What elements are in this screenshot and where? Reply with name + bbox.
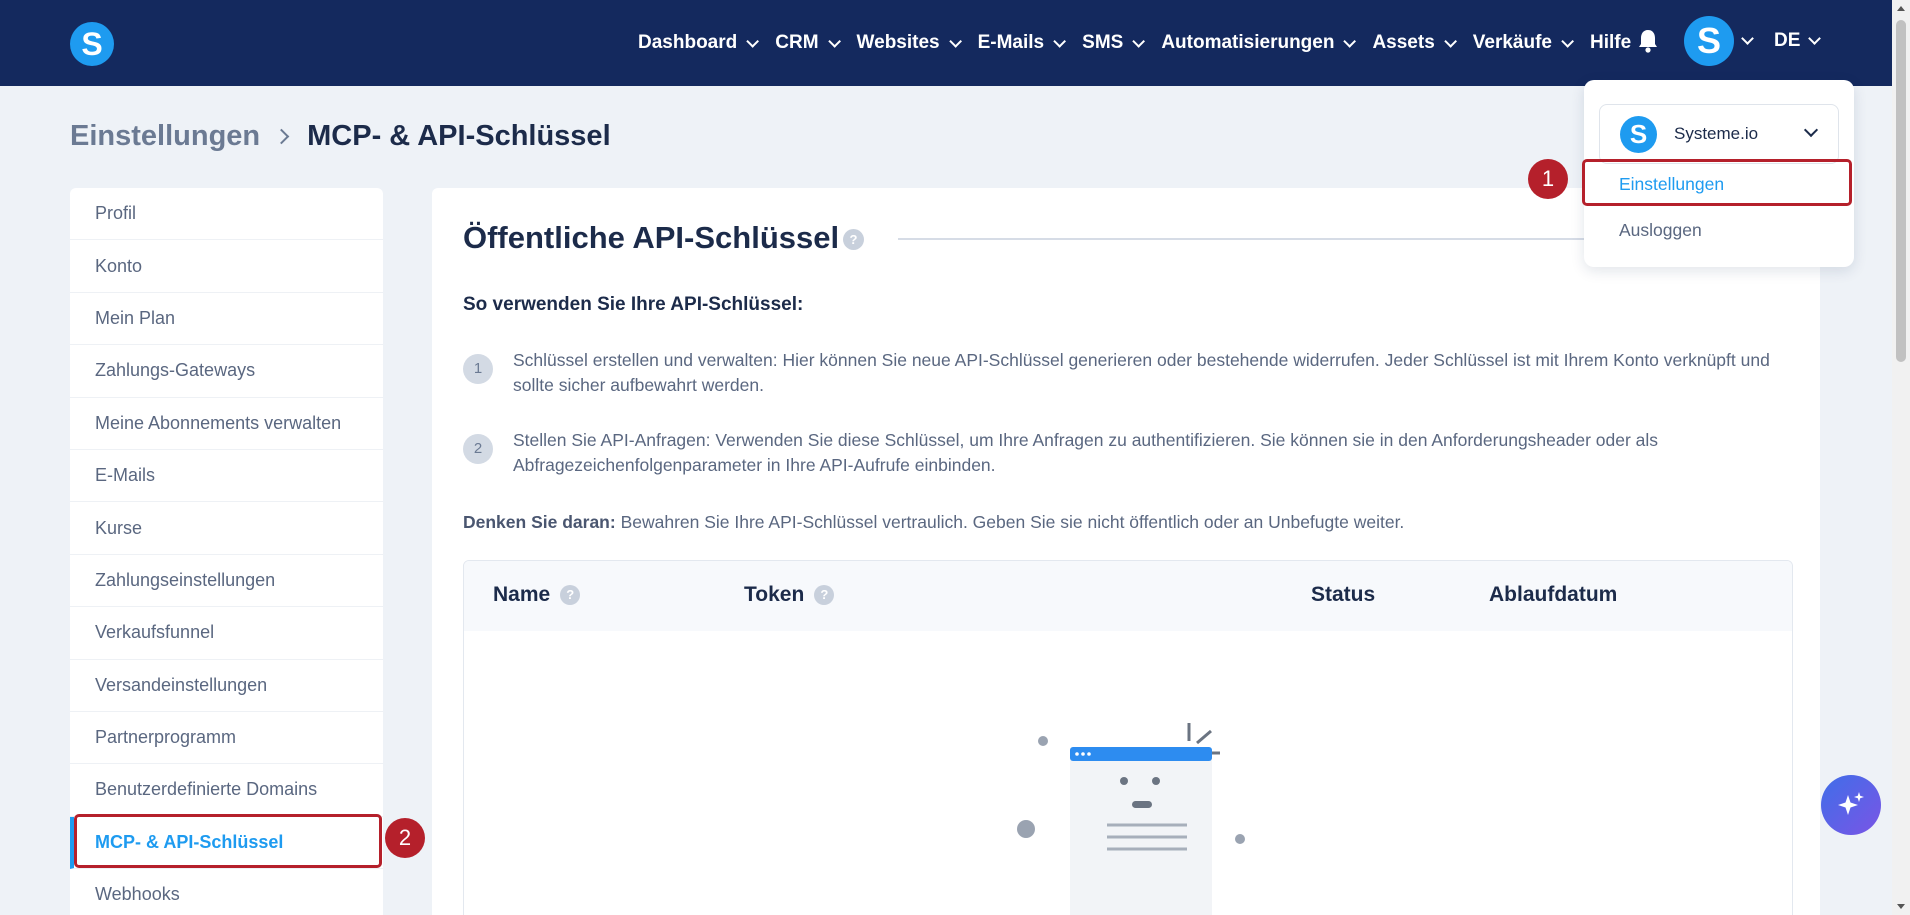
- page-title: MCP- & API-Schlüssel: [307, 120, 611, 152]
- bell-icon[interactable]: [1636, 28, 1660, 54]
- step-badge-1: 1: [1528, 159, 1568, 199]
- reminder-bold: Denken Sie daran:: [463, 512, 616, 532]
- api-keys-table: Name? Token? Status Ablaufdatum: [463, 560, 1793, 915]
- chevron-down-icon: [1561, 34, 1575, 48]
- nav-sms[interactable]: SMS: [1082, 32, 1146, 54]
- step-text: Schlüssel erstellen und verwalten: Hier …: [513, 350, 1770, 395]
- step-text: Stellen Sie API-Anfragen: Verwenden Sie …: [513, 430, 1659, 475]
- scroll-down-arrow-icon[interactable]: [1897, 904, 1905, 909]
- highlight-box-2: [74, 814, 382, 868]
- section-title: Öffentliche API-Schlüssel: [463, 220, 840, 255]
- nav-hilfe-label: Hilfe: [1590, 32, 1632, 53]
- table-header: Name? Token? Status Ablaufdatum: [464, 561, 1792, 631]
- nav-crm-label: CRM: [775, 32, 819, 53]
- breadcrumb: Einstellungen MCP- & API-Schlüssel: [70, 120, 611, 153]
- sidebar-item-emails[interactable]: E-Mails: [70, 450, 383, 503]
- chevron-down-icon[interactable]: [1741, 32, 1754, 45]
- sidebar-item-verkaufsfunnel[interactable]: Verkaufsfunnel: [70, 607, 383, 660]
- nav-hilfe[interactable]: Hilfe: [1590, 32, 1631, 54]
- sidebar-item-domains[interactable]: Benutzerdefinierte Domains: [70, 764, 383, 817]
- nav-emails-label: E-Mails: [977, 32, 1045, 53]
- chevron-down-icon: [948, 34, 962, 48]
- page-scrollbar[interactable]: [1892, 0, 1910, 915]
- sidebar-item-profil[interactable]: Profil: [70, 188, 383, 241]
- sidebar-item-webhooks[interactable]: Webhooks: [70, 869, 383, 915]
- account-name: Systeme.io: [1674, 124, 1759, 143]
- column-name-label: Name: [493, 583, 551, 606]
- column-name: Name?: [493, 583, 581, 607]
- howto-heading: So verwenden Sie Ihre API-Schlüssel:: [463, 294, 804, 315]
- step-1: 1 Schlüssel erstellen und verwalten: Hie…: [463, 348, 1793, 398]
- nav-websites-label: Websites: [856, 32, 940, 53]
- step-badge-2: 2: [385, 818, 425, 858]
- chevron-down-icon[interactable]: [1808, 32, 1821, 45]
- settings-sidebar: Profil Konto Mein Plan Zahlungs-Gateways…: [70, 188, 383, 915]
- account-logo: S: [1620, 115, 1657, 153]
- nav-emails[interactable]: E-Mails: [977, 32, 1067, 54]
- step-number: 1: [463, 354, 493, 384]
- step-2: 2 Stellen Sie API-Anfragen: Verwenden Si…: [463, 428, 1793, 478]
- chevron-down-icon: [1803, 122, 1819, 138]
- chevron-down-icon: [827, 34, 841, 48]
- column-expiry-label: Ablaufdatum: [1489, 583, 1618, 606]
- ai-assistant-button[interactable]: [1821, 775, 1881, 835]
- sidebar-item-mein-plan[interactable]: Mein Plan: [70, 293, 383, 346]
- nav-automatisierungen-label: Automatisierungen: [1161, 32, 1335, 53]
- chevron-down-icon: [746, 34, 760, 48]
- chevron-down-icon: [1343, 34, 1357, 48]
- help-icon[interactable]: ?: [843, 229, 864, 250]
- help-icon[interactable]: ?: [560, 585, 581, 605]
- highlight-box-1: [1582, 159, 1852, 206]
- sidebar-item-zahlungseinstellungen[interactable]: Zahlungseinstellungen: [70, 555, 383, 608]
- nav-verkaeufe-label: Verkäufe: [1472, 32, 1553, 53]
- chevron-right-icon: [273, 128, 290, 145]
- reminder-note: Denken Sie daran: Bewahren Sie Ihre API-…: [463, 512, 1404, 533]
- nav-dashboard-label: Dashboard: [638, 32, 738, 53]
- help-icon[interactable]: ?: [814, 585, 835, 605]
- sidebar-item-konto[interactable]: Konto: [70, 240, 383, 293]
- nav-assets[interactable]: Assets: [1372, 32, 1457, 54]
- sidebar-item-zahlungs-gateways[interactable]: Zahlungs-Gateways: [70, 345, 383, 398]
- account-switcher[interactable]: S Systeme.io: [1599, 104, 1839, 164]
- column-expiry: Ablaufdatum: [1489, 583, 1617, 607]
- breadcrumb-settings-link[interactable]: Einstellungen: [70, 120, 260, 153]
- nav-dashboard[interactable]: Dashboard: [638, 32, 760, 54]
- reminder-text: Bewahren Sie Ihre API-Schlüssel vertraul…: [615, 512, 1405, 532]
- chevron-down-icon: [1132, 34, 1146, 48]
- user-avatar[interactable]: S: [1684, 16, 1734, 66]
- dropdown-item-logout[interactable]: Ausloggen: [1619, 220, 1702, 241]
- nav-automatisierungen[interactable]: Automatisierungen: [1161, 32, 1357, 54]
- scroll-thumb[interactable]: [1896, 20, 1906, 362]
- systeme-logo[interactable]: S: [70, 22, 114, 66]
- nav-crm[interactable]: CRM: [775, 32, 841, 54]
- column-status: Status: [1311, 583, 1375, 607]
- sidebar-item-versandeinstellungen[interactable]: Versandeinstellungen: [70, 660, 383, 712]
- api-keys-card: Öffentliche API-Schlüssel ? So verwenden…: [432, 188, 1820, 915]
- sidebar-item-kurse[interactable]: Kurse: [70, 502, 383, 555]
- nav-assets-label: Assets: [1372, 32, 1435, 53]
- sparkle-icon: [1838, 792, 1864, 815]
- nav-websites[interactable]: Websites: [856, 32, 962, 54]
- sidebar-item-abonnements[interactable]: Meine Abonnements verwalten: [70, 398, 383, 450]
- nav-verkaeufe[interactable]: Verkäufe: [1472, 32, 1575, 54]
- scroll-up-arrow-icon[interactable]: [1897, 6, 1905, 11]
- column-token: Token?: [744, 583, 835, 607]
- step-number: 2: [463, 434, 493, 464]
- chevron-down-icon: [1053, 34, 1067, 48]
- main-nav: Dashboard CRM Websites E-Mails SMS Autom…: [638, 0, 1651, 86]
- chevron-down-icon: [1444, 34, 1457, 48]
- empty-state-illustration: [1017, 723, 1245, 915]
- column-status-label: Status: [1311, 583, 1376, 606]
- language-selector[interactable]: DE: [1774, 30, 1800, 52]
- sidebar-item-partnerprogramm[interactable]: Partnerprogramm: [70, 712, 383, 765]
- column-token-label: Token: [744, 583, 805, 606]
- top-navbar: S Dashboard CRM Websites E-Mails SMS Aut…: [0, 0, 1892, 86]
- nav-sms-label: SMS: [1082, 32, 1124, 53]
